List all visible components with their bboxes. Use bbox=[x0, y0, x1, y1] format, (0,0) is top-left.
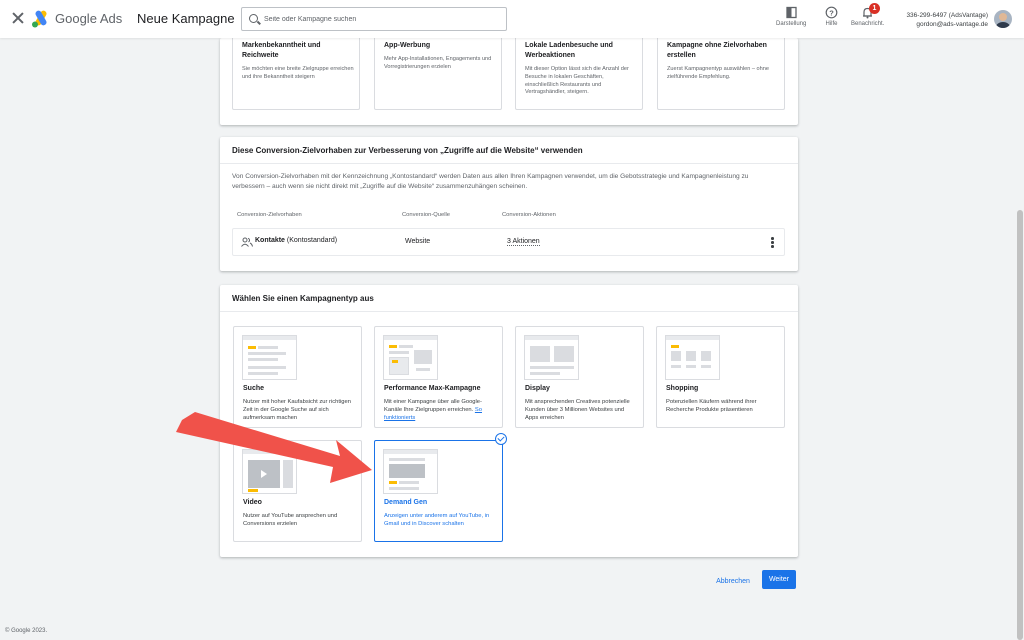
goal-name: Kontakte bbox=[255, 237, 285, 244]
campaign-type-name: Performance Max-Kampagne bbox=[384, 385, 481, 392]
goal-tile-awareness[interactable]: Markenbekanntheit und Reichweite Sie möc… bbox=[232, 38, 360, 110]
campaign-type-desc: Nutzer auf YouTube ansprechen und Conver… bbox=[243, 513, 338, 527]
google-ads-logo bbox=[32, 10, 47, 28]
goal-tile-local[interactable]: Lokale Ladenbesuche und Werbeaktionen Mi… bbox=[515, 38, 643, 110]
more-options-icon[interactable] bbox=[771, 237, 774, 248]
col-conversion-source: Conversion-Quelle bbox=[402, 212, 451, 218]
campaign-type-shopping[interactable]: Shopping Potenziellen Käufern während ih… bbox=[656, 326, 785, 428]
goal-card: Markenbekanntheit und Reichweite Sie möc… bbox=[220, 38, 798, 125]
search-icon bbox=[249, 14, 258, 23]
search-input[interactable] bbox=[262, 11, 498, 27]
campaign-type-desc: Anzeigen unter anderem auf YouTube, in G… bbox=[384, 513, 490, 527]
campaign-type-desc: Mit einer Kampagne über alle Google-Kanä… bbox=[384, 398, 496, 422]
search-thumbnail-icon bbox=[242, 335, 297, 380]
shopping-thumbnail-icon bbox=[665, 335, 720, 380]
appearance-button[interactable]: Darstellung bbox=[776, 6, 806, 27]
account-id: 336-299-6497 (AdsVantage) bbox=[906, 12, 988, 19]
campaign-type-desc: Potenziellen Käufern während ihrer Reche… bbox=[666, 399, 757, 413]
search-box[interactable] bbox=[241, 7, 507, 31]
campaign-type-search[interactable]: Suche Nutzer mit hoher Kaufabsicht zur r… bbox=[233, 326, 362, 428]
account-email: gordon@ads-vantage.de bbox=[916, 21, 988, 28]
campaign-type-name: Demand Gen bbox=[384, 499, 428, 506]
campaign-type-name: Suche bbox=[243, 385, 265, 392]
campaign-type-demand-gen[interactable]: Demand Gen Anzeigen unter anderem auf Yo… bbox=[374, 440, 503, 542]
goal-desc: Sie möchten eine breite Zielgruppe errei… bbox=[242, 66, 354, 80]
cancel-button[interactable]: Abbrechen bbox=[707, 572, 759, 590]
campaign-type-desc: Mit ansprechenden Creatives potenzielle … bbox=[525, 399, 630, 421]
goal-tag: (Kontostandard) bbox=[286, 237, 338, 244]
conversion-card: Diese Conversion-Zielvorhaben zur Verbes… bbox=[220, 137, 798, 271]
video-thumbnail-icon bbox=[242, 449, 297, 494]
conversion-description: Von Conversion-Zielvorhaben mit der Kenn… bbox=[232, 173, 749, 190]
page-title: Neue Kampagne bbox=[137, 11, 235, 26]
campaign-type-title: Wählen Sie einen Kampagnentyp aus bbox=[232, 294, 374, 303]
campaign-type-name: Video bbox=[243, 499, 262, 506]
table-row: Kontakte (Kontostandard) Website 3 Aktio… bbox=[232, 228, 785, 256]
appearance-icon bbox=[786, 6, 797, 19]
account-info[interactable]: 336-299-6497 (AdsVantage) gordon@ads-van… bbox=[906, 11, 988, 29]
next-button[interactable]: Weiter bbox=[762, 570, 796, 589]
conversion-goal-name: Kontakte (Kontostandard) bbox=[255, 237, 337, 244]
brand-name: Google Ads bbox=[55, 11, 123, 26]
campaign-type-desc-text: Mit einer Kampagne über alle Google-Kanä… bbox=[384, 399, 482, 413]
campaign-type-desc: Nutzer mit hoher Kaufabsicht zur richtig… bbox=[243, 399, 351, 421]
divider bbox=[220, 311, 798, 312]
campaign-type-display[interactable]: Display Mit ansprechenden Creatives pote… bbox=[515, 326, 644, 428]
goal-desc: Zuerst Kampagnentyp auswählen – ohne zie… bbox=[667, 66, 769, 80]
footer-copyright: © Google 2023. bbox=[5, 628, 48, 634]
goal-title: Kampagne ohne Zielvorhaben erstellen bbox=[667, 42, 767, 59]
help-icon: ? bbox=[825, 6, 838, 19]
scrollbar-thumb[interactable] bbox=[1017, 210, 1023, 640]
scrollbar[interactable] bbox=[1016, 38, 1024, 640]
campaign-type-video[interactable]: Video Nutzer auf YouTube ansprechen und … bbox=[233, 440, 362, 542]
divider bbox=[220, 163, 798, 164]
close-icon[interactable] bbox=[10, 10, 26, 26]
col-conversion-actions: Conversion-Aktionen bbox=[502, 212, 556, 218]
help-label: Hilfe bbox=[825, 21, 838, 27]
goal-tile-app[interactable]: App-Werbung Mehr App-Installationen, Eng… bbox=[374, 38, 502, 110]
svg-text:?: ? bbox=[829, 8, 834, 17]
goal-title: App-Werbung bbox=[384, 42, 431, 49]
goal-tile-no-goal[interactable]: Kampagne ohne Zielvorhaben erstellen Zue… bbox=[657, 38, 785, 110]
notification-count-badge: 1 bbox=[869, 3, 880, 14]
avatar[interactable] bbox=[994, 10, 1012, 28]
selected-check-icon bbox=[495, 433, 507, 445]
conversion-source-value: Website bbox=[405, 238, 431, 245]
display-thumbnail-icon bbox=[524, 335, 579, 380]
appearance-label: Darstellung bbox=[776, 21, 807, 27]
campaign-type-name: Shopping bbox=[666, 385, 699, 392]
demand-gen-thumbnail-icon bbox=[383, 449, 438, 494]
help-button[interactable]: ? Hilfe bbox=[825, 6, 838, 27]
pmax-thumbnail-icon bbox=[383, 335, 438, 380]
campaign-type-name: Display bbox=[525, 385, 550, 392]
top-bar: Google Ads Neue Kampagne Darstellung ? H… bbox=[0, 0, 1024, 38]
conversion-title: Diese Conversion-Zielvorhaben zur Verbes… bbox=[232, 146, 583, 155]
people-icon bbox=[241, 237, 253, 247]
goal-desc: Mit dieser Option lässt sich die Anzahl … bbox=[525, 66, 629, 96]
goal-desc: Mehr App-Installationen, Engagements und… bbox=[384, 56, 492, 70]
notifications-label: Benachricht. bbox=[851, 21, 885, 27]
goal-title: Markenbekanntheit und Reichweite bbox=[242, 42, 321, 59]
conversion-actions-link[interactable]: 3 Aktionen bbox=[507, 238, 540, 246]
col-conversion-goal: Conversion-Zielvorhaben bbox=[237, 212, 302, 218]
goal-title: Lokale Ladenbesuche und Werbeaktionen bbox=[525, 42, 613, 59]
campaign-type-pmax[interactable]: Performance Max-Kampagne Mit einer Kampa… bbox=[374, 326, 503, 428]
